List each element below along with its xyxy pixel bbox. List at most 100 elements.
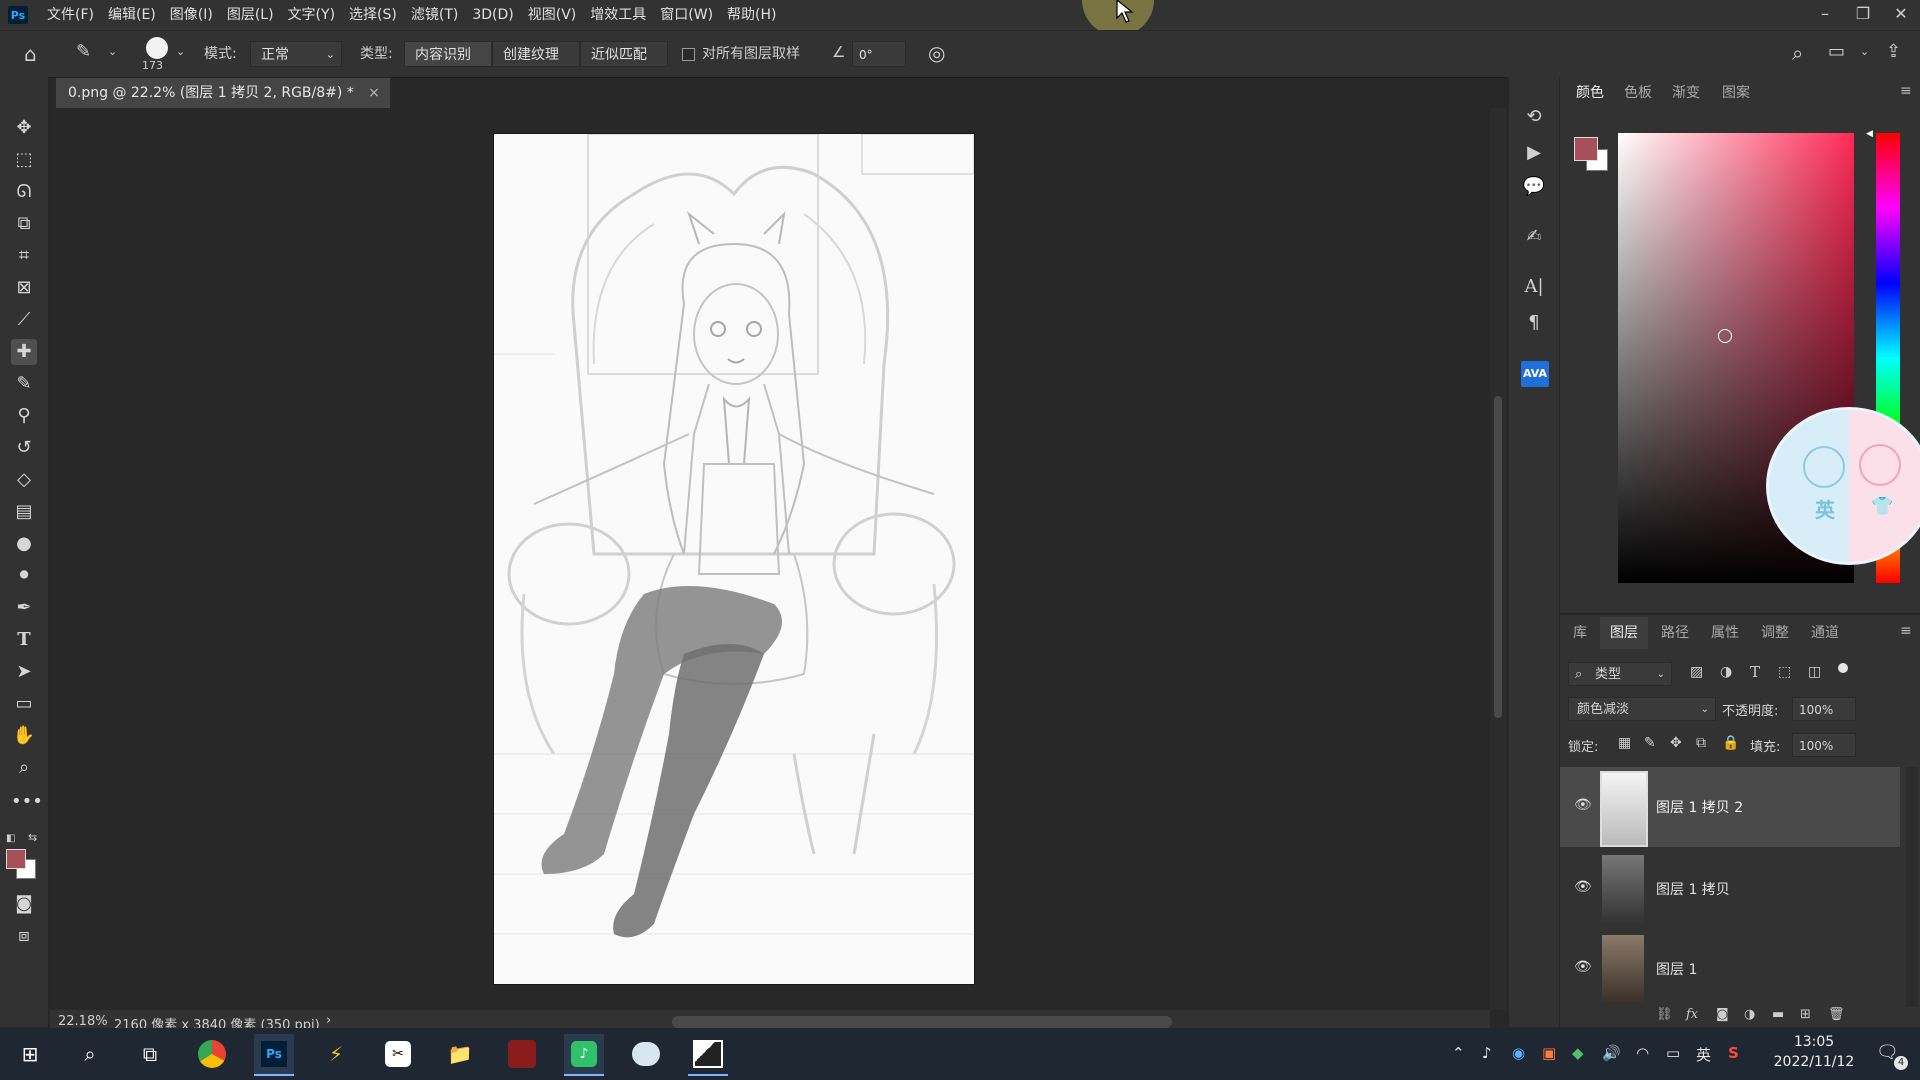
brush-settings-panel-icon[interactable]: ✍ xyxy=(1522,225,1546,249)
move-tool-icon[interactable]: ✥ xyxy=(11,115,37,141)
angle-input[interactable]: 0° xyxy=(852,41,906,67)
tab-channels[interactable]: 通道 xyxy=(1802,617,1848,649)
tray-overflow-chevron-icon[interactable]: ⌃ xyxy=(1452,1044,1465,1062)
menu-select[interactable]: 选择(S) xyxy=(342,0,404,30)
filter-pixel-layer-icon[interactable]: ▨ xyxy=(1690,664,1703,680)
lock-artboard-icon[interactable]: ⧉ xyxy=(1696,735,1706,751)
tab-adjustments[interactable]: 调整 xyxy=(1752,617,1798,649)
object-selection-tool-icon[interactable]: ⧉ xyxy=(11,211,37,237)
dodge-tool-icon[interactable]: ⚫ xyxy=(11,563,37,589)
music-app-icon[interactable]: ♪ xyxy=(564,1034,604,1076)
workspace-chevron-icon[interactable]: ⌄ xyxy=(1860,45,1869,58)
default-colors-icon[interactable]: ◧ xyxy=(6,833,15,844)
quick-mask-icon[interactable]: ◙ xyxy=(11,891,37,917)
pen-tool-icon[interactable]: ✒ xyxy=(11,595,37,621)
filter-adjustment-layer-icon[interactable]: ◑ xyxy=(1720,664,1732,680)
path-selection-tool-icon[interactable]: ➤ xyxy=(11,659,37,685)
menu-image[interactable]: 图像(I) xyxy=(163,0,220,30)
tray-ime-label[interactable]: 英 xyxy=(1696,1044,1711,1065)
marquee-tool-icon[interactable]: ⬚ xyxy=(11,147,37,173)
actions-panel-icon[interactable]: ▶ xyxy=(1522,141,1546,165)
paragraph-panel-icon[interactable]: ¶ xyxy=(1522,311,1546,335)
zoom-level[interactable]: 22.18% xyxy=(58,1014,108,1029)
type-content-aware-button[interactable]: 内容识别 xyxy=(404,41,492,67)
swap-colors-icon[interactable]: ⇆ xyxy=(28,831,37,844)
tab-color[interactable]: 颜色 xyxy=(1568,77,1612,109)
sample-all-layers-checkbox[interactable] xyxy=(682,48,695,61)
menu-3d[interactable]: 3D(D) xyxy=(465,0,520,30)
horizontal-scrollbar-thumb[interactable] xyxy=(672,1016,1172,1028)
chrome-icon[interactable] xyxy=(192,1034,232,1074)
filter-smart-object-icon[interactable]: ◫ xyxy=(1808,664,1821,680)
layer-style-fx-icon[interactable]: fx xyxy=(1686,1007,1698,1022)
layer-visibility-eye-icon[interactable]: 👁 xyxy=(1574,797,1592,813)
layer-row-copy-2[interactable]: 👁 图层 1 拷贝 2 xyxy=(1560,767,1900,847)
workspace-icon[interactable]: ▭ xyxy=(1828,41,1845,62)
layer-filter-select[interactable]: ⌕ 类型 ⌄ xyxy=(1568,662,1672,686)
lightning-app-icon[interactable]: ⚡ xyxy=(316,1034,356,1074)
tray-app-icon[interactable]: ◉ xyxy=(1512,1044,1525,1062)
menu-view[interactable]: 视图(V) xyxy=(521,0,584,30)
vertical-scrollbar-thumb[interactable] xyxy=(1494,396,1502,718)
menu-filter[interactable]: 滤镜(T) xyxy=(404,0,465,30)
tray-battery-icon[interactable]: ▭ xyxy=(1666,1044,1680,1062)
lock-transparent-pixels-icon[interactable]: ▦ xyxy=(1618,735,1631,751)
tab-properties[interactable]: 属性 xyxy=(1702,617,1748,649)
new-adjustment-layer-icon[interactable]: ◑ xyxy=(1744,1007,1755,1022)
more-tools-icon[interactable]: ••• xyxy=(11,789,43,815)
rectangle-tool-icon[interactable]: ▭ xyxy=(11,691,37,717)
menu-file[interactable]: 文件(F) xyxy=(40,0,101,30)
type-proximity-match-button[interactable]: 近似匹配 xyxy=(580,41,668,67)
tray-network-app-icon[interactable]: ◆ xyxy=(1572,1044,1584,1062)
clock-date[interactable]: 2022/11/12 xyxy=(1762,1054,1866,1070)
tab-paths[interactable]: 路径 xyxy=(1652,617,1698,649)
home-icon[interactable]: ⌂ xyxy=(24,42,37,66)
clone-stamp-tool-icon[interactable]: ⚲ xyxy=(11,403,37,429)
filter-shape-layer-icon[interactable]: ⬚ xyxy=(1778,664,1791,680)
panel-menu-icon[interactable]: ≡ xyxy=(1900,83,1912,99)
menu-type[interactable]: 文字(Y) xyxy=(281,0,342,30)
crop-tool-icon[interactable]: ⌗ xyxy=(11,243,37,269)
new-layer-icon[interactable]: ⊞ xyxy=(1800,1007,1811,1022)
minimize-button[interactable]: – xyxy=(1806,0,1844,30)
menu-help[interactable]: 帮助(H) xyxy=(720,0,783,30)
history-brush-tool-icon[interactable]: ↺ xyxy=(11,435,37,461)
brush-preview-icon[interactable] xyxy=(146,37,168,59)
chevron-down-icon[interactable]: ⌄ xyxy=(108,45,117,58)
photos-app-icon[interactable] xyxy=(688,1034,728,1076)
menu-edit[interactable]: 编辑(E) xyxy=(101,0,163,30)
layer-visibility-eye-icon[interactable]: 👁 xyxy=(1574,959,1592,975)
close-button[interactable]: ✕ xyxy=(1882,0,1920,30)
type-tool-icon[interactable]: T xyxy=(11,627,37,653)
close-tab-icon[interactable]: × xyxy=(368,78,380,108)
character-panel-icon[interactable]: A| xyxy=(1522,275,1546,299)
photoshop-logo-icon[interactable]: Ps xyxy=(8,6,28,24)
foreground-color-swatch[interactable] xyxy=(6,849,26,869)
new-group-icon[interactable]: ▬ xyxy=(1772,1007,1784,1022)
capcut-icon[interactable]: ✂ xyxy=(378,1034,418,1074)
windows-start-icon[interactable]: ⊞ xyxy=(10,1034,50,1074)
tray-office-icon[interactable]: ▣ xyxy=(1542,1044,1556,1062)
task-view-icon[interactable]: ⧉ xyxy=(130,1034,170,1074)
layers-panel-menu-icon[interactable]: ≡ xyxy=(1900,623,1912,639)
fill-input[interactable]: 100% xyxy=(1792,733,1856,757)
filter-toggle-icon[interactable] xyxy=(1838,663,1848,673)
game-app-icon[interactable] xyxy=(502,1034,542,1074)
blur-tool-icon[interactable]: ● xyxy=(11,531,37,557)
layer-visibility-eye-icon[interactable]: 👁 xyxy=(1574,879,1592,895)
filter-type-layer-icon[interactable]: T xyxy=(1750,663,1760,681)
search-icon[interactable]: ⌕ xyxy=(1792,41,1803,65)
lock-image-pixels-icon[interactable]: ✎ xyxy=(1644,735,1656,751)
lasso-tool-icon[interactable]: ᘏ xyxy=(11,179,37,205)
file-explorer-icon[interactable]: 📁 xyxy=(440,1034,480,1074)
vertical-scrollbar[interactable] xyxy=(1490,108,1506,1010)
healing-brush-tool-preset-icon[interactable]: ✎ xyxy=(76,41,91,62)
link-layers-icon[interactable]: ⛓ xyxy=(1656,1007,1673,1022)
share-icon[interactable]: ⇪ xyxy=(1886,41,1901,62)
eraser-tool-icon[interactable]: ◇ xyxy=(11,467,37,493)
layers-scrollbar[interactable] xyxy=(1906,767,1918,1007)
hue-slider-marker-icon[interactable]: ◀ xyxy=(1866,129,1873,139)
menu-plugins[interactable]: 增效工具 xyxy=(583,0,653,30)
ime-floating-widget[interactable]: 英 👕 xyxy=(1766,407,1920,565)
blend-mode-select[interactable]: 颜色减淡 ⌄ xyxy=(1568,697,1716,721)
